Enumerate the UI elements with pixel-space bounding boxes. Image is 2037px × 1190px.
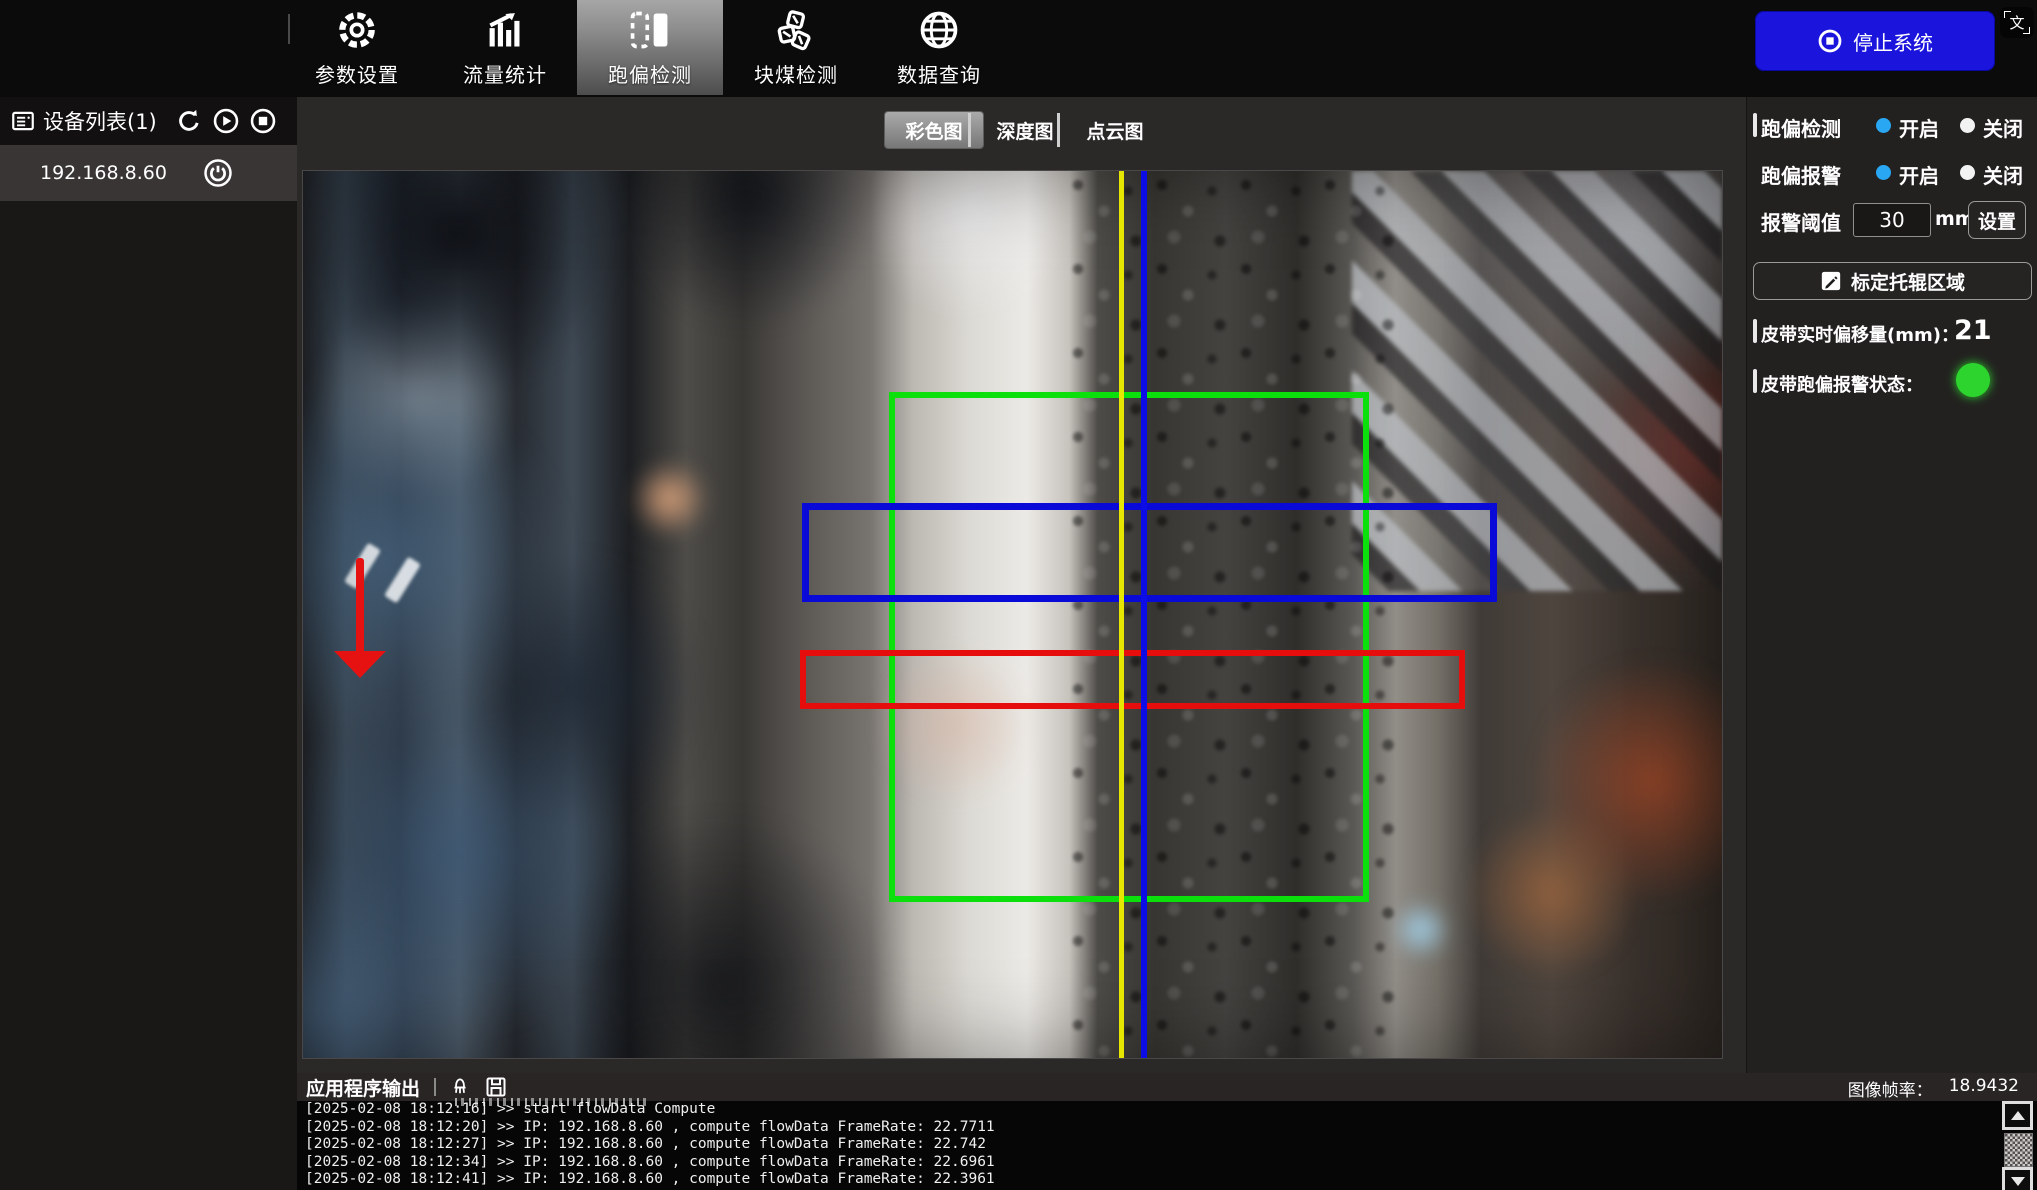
tab-label: 深度图 xyxy=(996,117,1053,144)
log-console: [2025-02-08 18:12:16] >> start flowData … xyxy=(305,1101,1995,1190)
scrollbar-thumb[interactable] xyxy=(2004,1133,2033,1167)
coal-blocks-icon xyxy=(773,7,819,53)
threshold-input[interactable] xyxy=(1853,203,1931,237)
play-icon[interactable] xyxy=(212,107,241,136)
alarm-on-label[interactable]: 开启 xyxy=(1899,160,1939,189)
nav-data-query[interactable]: 数据查询 xyxy=(866,0,1012,95)
reference-centerline-overlay xyxy=(1119,171,1124,1058)
roller-region-overlay xyxy=(802,503,1497,602)
camera-view[interactable] xyxy=(303,171,1722,1058)
device-list-icon xyxy=(8,107,37,136)
alarm-off-radio[interactable] xyxy=(1960,165,1975,180)
direction-arrow xyxy=(356,558,364,655)
alarm-on-radio[interactable] xyxy=(1876,165,1891,180)
tab-label: 彩色图 xyxy=(905,117,962,144)
power-icon[interactable] xyxy=(203,158,233,188)
tab-divider xyxy=(1057,113,1060,147)
stop-all-icon[interactable] xyxy=(249,107,278,136)
triangle-down-icon xyxy=(2011,1177,2025,1186)
detection-region-overlay xyxy=(800,650,1465,709)
app-window: 参数设置 流量统计 跑偏检测 块煤检测 xyxy=(0,0,2037,1190)
tab-label: 点云图 xyxy=(1086,117,1143,144)
log-line: [2025-02-08 18:12:20] >> IP: 192.168.8.6… xyxy=(305,1119,1995,1137)
scroll-down-button[interactable] xyxy=(2002,1167,2033,1190)
direction-arrow-head xyxy=(334,651,386,678)
nav-label: 块煤检测 xyxy=(754,59,838,88)
detect-off-label[interactable]: 关闭 xyxy=(1983,113,2023,142)
refresh-icon[interactable] xyxy=(175,107,204,136)
section-bar xyxy=(1753,319,1757,343)
edit-region-icon xyxy=(1820,270,1842,292)
frame-rate: 图像帧率： 18.9432 xyxy=(1848,1076,2019,1101)
calibrate-roller-button[interactable]: 标定托辊区域 xyxy=(1753,262,2032,300)
scroll-up-button[interactable] xyxy=(2002,1101,2033,1130)
nav-flow-statistics[interactable]: 流量统计 xyxy=(432,0,578,95)
tab-point-cloud[interactable]: 点云图 xyxy=(1067,112,1163,148)
stop-system-button[interactable]: 停止系统 xyxy=(1755,11,1995,71)
log-scrollbar xyxy=(2002,1101,2033,1190)
alarm-status-indicator xyxy=(1956,363,1990,397)
translate-glyph: 文 xyxy=(2009,12,2024,33)
log-line: [2025-02-08 18:12:27] >> IP: 192.168.8.6… xyxy=(305,1136,1995,1154)
deviation-detect-label: 跑偏检测 xyxy=(1761,113,1841,142)
deviation-detect-icon xyxy=(627,7,673,53)
header-divider xyxy=(434,1078,436,1096)
nav-parameter-settings[interactable]: 参数设置 xyxy=(284,0,430,95)
log-line: [2025-02-08 18:12:34] >> IP: 192.168.8.6… xyxy=(305,1154,1995,1172)
nav-lump-coal-detection[interactable]: 块煤检测 xyxy=(723,0,869,95)
globe-icon xyxy=(916,7,962,53)
bar-chart-icon xyxy=(482,7,528,53)
translate-icon[interactable]: 文 xyxy=(2000,7,2034,38)
section-bar xyxy=(1753,113,1757,137)
top-toolbar: 参数设置 流量统计 跑偏检测 块煤检测 xyxy=(0,0,2037,99)
section-bar xyxy=(1753,369,1757,393)
stop-icon xyxy=(1817,28,1843,54)
alarm-off-label[interactable]: 关闭 xyxy=(1983,160,2023,189)
nav-label: 参数设置 xyxy=(315,59,399,88)
detection-settings-panel: 跑偏检测 开启 关闭 跑偏报警 开启 关闭 报警阈值 mm 设置 标定托辊区域 … xyxy=(1746,97,2037,1073)
nav-label: 流量统计 xyxy=(463,59,547,88)
nav-label: 数据查询 xyxy=(897,59,981,88)
log-line: [2025-02-08 18:12:41] >> IP: 192.168.8.6… xyxy=(305,1171,1995,1189)
device-list-header: 设备列表(1) xyxy=(0,97,297,145)
stop-system-label: 停止系统 xyxy=(1853,27,1933,56)
clear-log-icon[interactable] xyxy=(448,1075,472,1099)
frame-rate-value: 18.9432 xyxy=(1949,1076,2019,1101)
nav-label: 跑偏检测 xyxy=(608,59,692,88)
device-sidebar: 设备列表(1) 192.168.8.60 xyxy=(0,97,297,1190)
realtime-offset-label: 皮带实时偏移量(mm)： xyxy=(1761,321,1959,347)
frame-rate-label: 图像帧率： xyxy=(1848,1076,1933,1101)
log-line: [2025-02-08 18:12:16] >> start flowData … xyxy=(305,1101,1995,1119)
realtime-offset-value: 21 xyxy=(1954,315,1992,346)
calibrate-button-label: 标定托辊区域 xyxy=(1851,268,1965,295)
detect-on-radio[interactable] xyxy=(1876,118,1891,133)
main-view-area: 彩色图 深度图 点云图 xyxy=(297,97,1746,1190)
device-row[interactable]: 192.168.8.60 xyxy=(0,145,297,201)
output-header: 应用程序输出 图像帧率： 18.9432 xyxy=(297,1073,2037,1101)
device-ip: 192.168.8.60 xyxy=(40,162,167,184)
tab-divider xyxy=(968,113,971,147)
gear-icon xyxy=(334,7,380,53)
application-output-panel: 应用程序输出 图像帧率： 18.9432 [2025-02-08 18:12:1… xyxy=(297,1073,2037,1190)
detect-off-radio[interactable] xyxy=(1960,118,1975,133)
set-threshold-button[interactable]: 设置 xyxy=(1968,201,2026,239)
threshold-label: 报警阈值 xyxy=(1761,207,1841,236)
detect-on-label[interactable]: 开启 xyxy=(1899,113,1939,142)
output-title: 应用程序输出 xyxy=(306,1074,420,1101)
device-list-title: 设备列表(1) xyxy=(43,106,157,136)
nav-deviation-detection[interactable]: 跑偏检测 xyxy=(577,0,723,95)
save-log-icon[interactable] xyxy=(484,1075,508,1099)
set-button-label: 设置 xyxy=(1978,207,2016,234)
triangle-up-icon xyxy=(2011,1111,2025,1120)
deviation-alarm-label: 跑偏报警 xyxy=(1761,160,1841,189)
calibration-region-overlay xyxy=(889,392,1369,902)
belt-centerline-overlay xyxy=(1141,171,1147,1058)
alarm-status-label: 皮带跑偏报警状态： xyxy=(1761,371,1923,397)
